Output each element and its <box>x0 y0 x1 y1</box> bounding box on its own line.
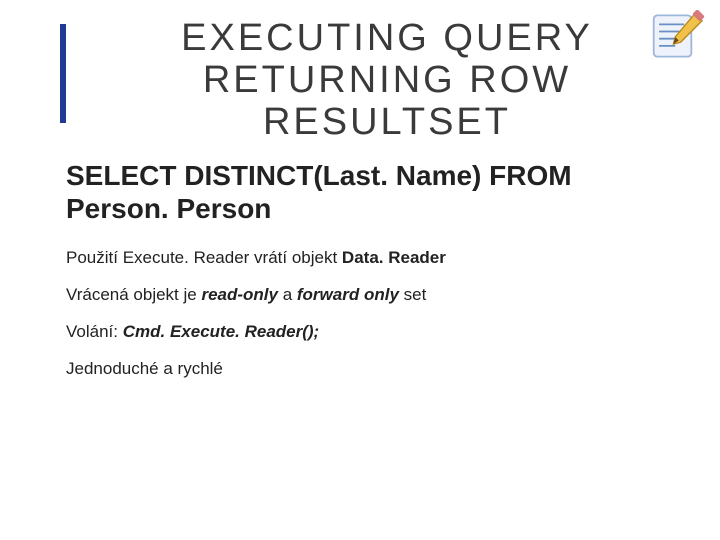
body-line-3: Volání: Cmd. Execute. Reader(); <box>66 321 680 344</box>
body-line-2: Vrácená objekt je read-only a forward on… <box>66 284 680 307</box>
body-line-4: Jednoduché a rychlé <box>66 358 680 381</box>
slide-title: EXECUTING QUERY RETURNING ROW RESULTSET <box>94 18 680 143</box>
text-bold-italic: forward only <box>297 285 399 304</box>
text: a <box>278 285 297 304</box>
text-bold-italic: read-only <box>201 285 278 304</box>
slide: EXECUTING QUERY RETURNING ROW RESULTSET … <box>0 0 720 540</box>
title-accent-bar <box>60 24 66 123</box>
title-block: EXECUTING QUERY RETURNING ROW RESULTSET <box>60 18 680 143</box>
body-line-1: Použití Execute. Reader vrátí objekt Dat… <box>66 247 680 270</box>
text: set <box>399 285 426 304</box>
text: Volání: <box>66 322 123 341</box>
slide-subtitle: SELECT DISTINCT(Last. Name) FROM Person.… <box>66 159 680 225</box>
text-bold: Data. Reader <box>342 248 446 267</box>
text-bold-italic: Cmd. Execute. Reader(); <box>123 322 320 341</box>
text: Vrácená objekt je <box>66 285 201 304</box>
body-text: Použití Execute. Reader vrátí objekt Dat… <box>60 247 680 381</box>
text: Použití Execute. Reader vrátí objekt <box>66 248 342 267</box>
